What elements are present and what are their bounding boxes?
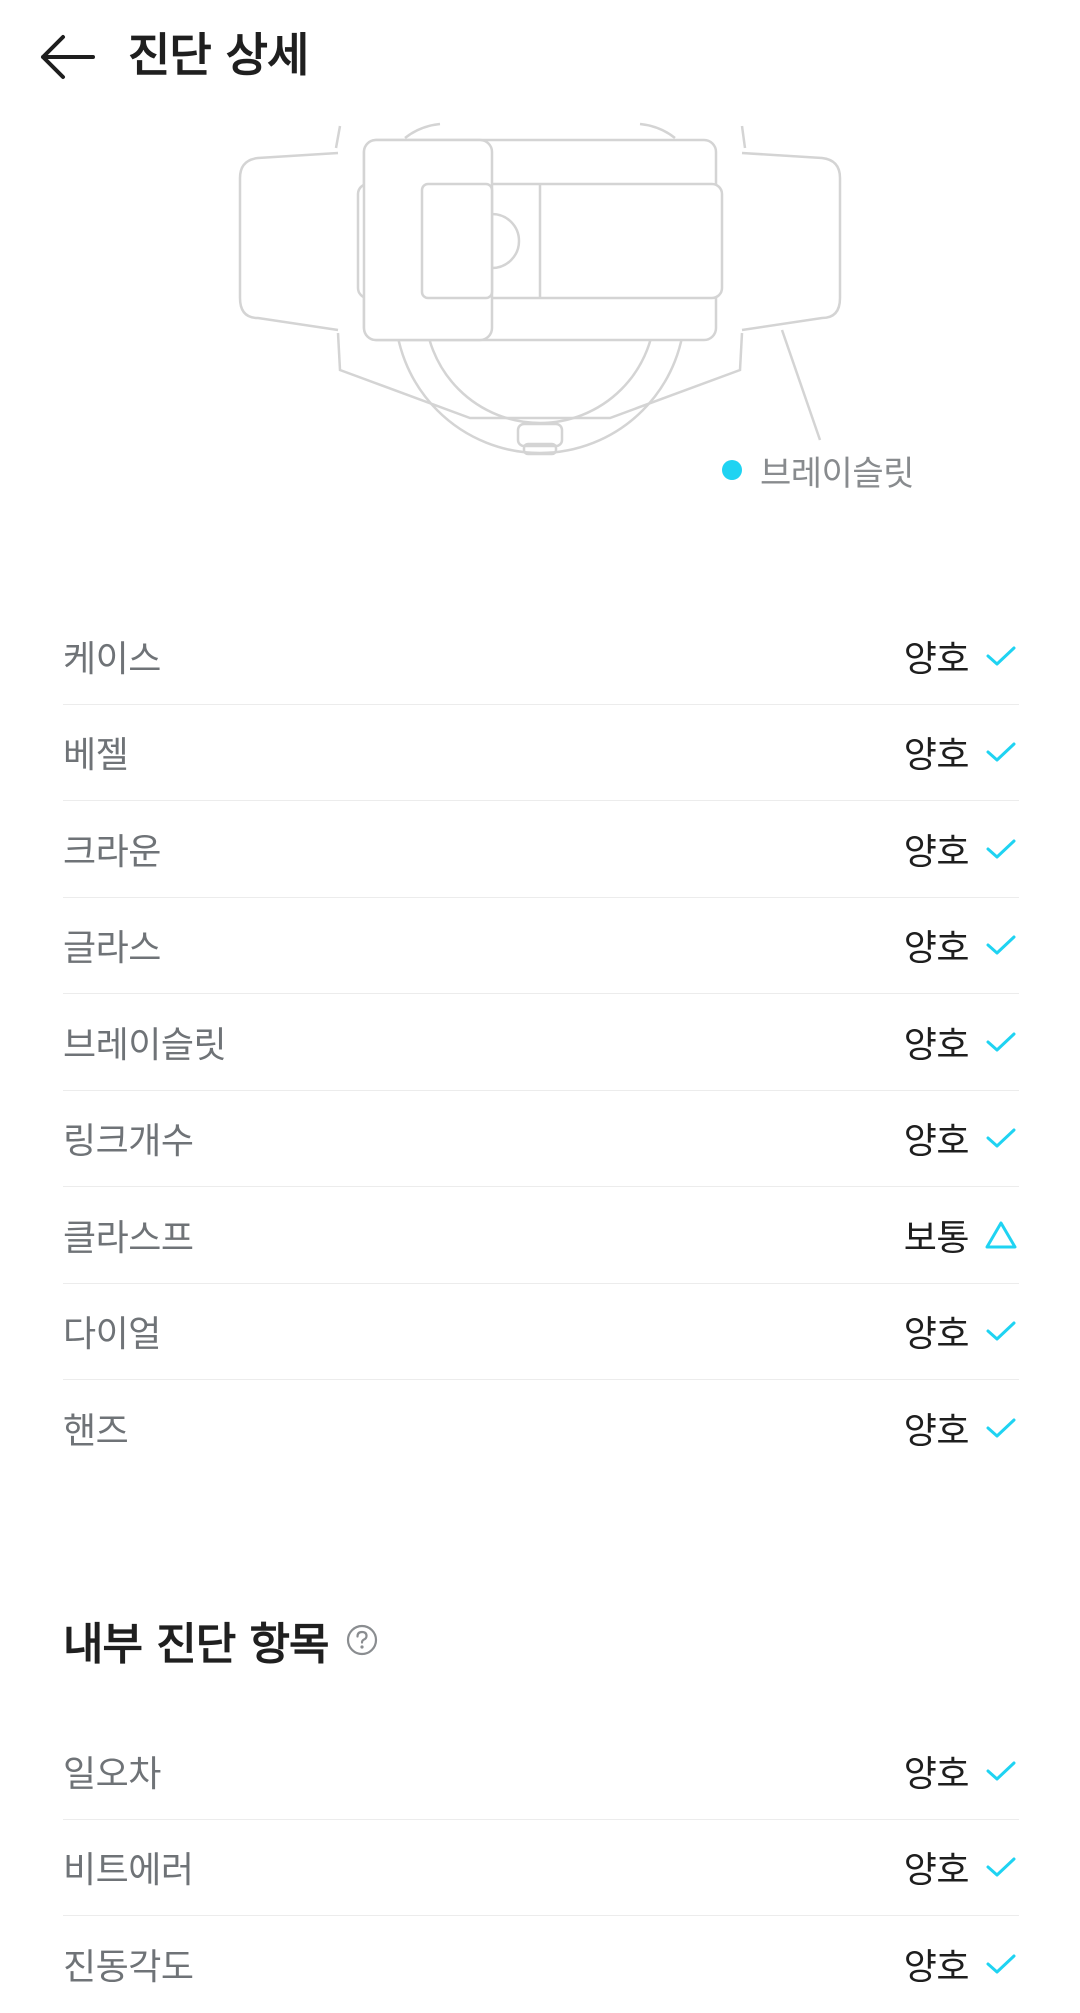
item-status: 양호 xyxy=(903,735,970,777)
back-button[interactable] xyxy=(34,24,100,90)
item-label: 핸즈 xyxy=(63,1411,129,1453)
internal-diagnosis-list: 일오차 양호 비트에러 양호 진동각도 양호 xyxy=(63,1723,1019,2013)
page-title: 진단 상세 xyxy=(128,28,309,82)
item-status: 양호 xyxy=(903,1411,970,1453)
check-icon xyxy=(983,1946,1019,1982)
list-item[interactable]: 비트에러 양호 xyxy=(63,1820,1019,1916)
check-icon xyxy=(983,1120,1019,1156)
check-icon xyxy=(983,1849,1019,1885)
list-item[interactable]: 글라스 양호 xyxy=(63,898,1019,994)
item-status: 양호 xyxy=(903,1947,970,1989)
item-label: 링크개수 xyxy=(63,1121,194,1163)
check-icon xyxy=(983,831,1019,867)
top-app-bar: 진단 상세 xyxy=(0,0,1080,110)
triangle-icon xyxy=(983,1217,1019,1253)
item-label: 글라스 xyxy=(63,928,161,970)
list-item[interactable]: 링크개수 양호 xyxy=(63,1091,1019,1187)
item-label: 진동각도 xyxy=(63,1947,194,1989)
question-circle-icon[interactable] xyxy=(345,1623,379,1657)
item-label: 브레이슬릿 xyxy=(63,1024,227,1066)
item-status: 양호 xyxy=(903,928,970,970)
section-title: 내부 진단 항목 xyxy=(63,1619,330,1670)
check-icon xyxy=(983,1313,1019,1349)
list-item[interactable]: 클라스프 보통 xyxy=(63,1187,1019,1284)
item-status: 보통 xyxy=(903,1217,970,1259)
highlight-dot xyxy=(722,460,742,480)
item-status: 양호 xyxy=(903,1850,970,1892)
item-status: 양호 xyxy=(903,1121,970,1163)
check-icon xyxy=(983,1024,1019,1060)
item-label: 케이스 xyxy=(63,638,161,680)
check-icon xyxy=(983,927,1019,963)
item-label: 다이얼 xyxy=(63,1314,161,1356)
watch-diagram xyxy=(238,122,842,456)
item-status: 양호 xyxy=(903,1024,970,1066)
list-item[interactable]: 일오차 양호 xyxy=(63,1723,1019,1820)
item-label: 일오차 xyxy=(63,1753,161,1795)
list-item[interactable]: 핸즈 양호 xyxy=(63,1380,1019,1477)
diagram-highlight-legend: 브레이슬릿 xyxy=(722,446,914,494)
external-diagnosis-list: 케이스 양호 베젤 양호 크라운 양호 글라스 양호 브레이슬릿 양호 링크개수… xyxy=(63,608,1019,1477)
check-icon xyxy=(983,1410,1019,1446)
item-status: 양호 xyxy=(903,638,970,680)
list-item[interactable]: 다이얼 양호 xyxy=(63,1284,1019,1380)
item-label: 클라스프 xyxy=(63,1217,194,1259)
list-item[interactable]: 베젤 양호 xyxy=(63,705,1019,801)
list-item[interactable]: 케이스 양호 xyxy=(63,608,1019,705)
diagram-highlight-label: 브레이슬릿 xyxy=(760,453,914,494)
list-item[interactable]: 크라운 양호 xyxy=(63,801,1019,898)
item-label: 크라운 xyxy=(63,831,161,873)
list-item[interactable]: 브레이슬릿 양호 xyxy=(63,994,1019,1091)
internal-section-header: 내부 진단 항목 xyxy=(63,1608,379,1672)
item-status: 양호 xyxy=(903,1314,970,1356)
item-status: 양호 xyxy=(903,831,970,873)
list-item[interactable]: 진동각도 양호 xyxy=(63,1916,1019,2013)
arrow-left-icon xyxy=(41,35,95,79)
check-icon xyxy=(983,638,1019,674)
item-status: 양호 xyxy=(903,1753,970,1795)
item-label: 베젤 xyxy=(63,735,129,777)
check-icon xyxy=(983,734,1019,770)
check-icon xyxy=(983,1753,1019,1789)
item-label: 비트에러 xyxy=(63,1850,194,1892)
